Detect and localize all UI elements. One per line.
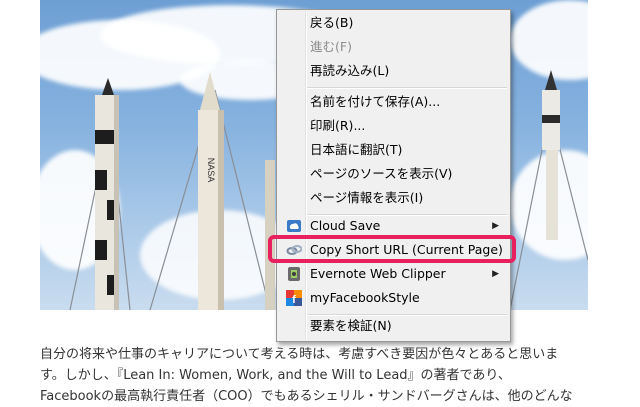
menu-item-myfacebookstyle[interactable]: f myFacebookStyle: [280, 287, 507, 309]
menu-item-label: 日本語に翻訳(T): [310, 142, 403, 157]
article-line: す。しかし、『Lean In: Women, Work, and the Wil…: [40, 368, 511, 383]
menu-item-save-as[interactable]: 名前を付けて保存(A)...: [280, 91, 507, 113]
cloud-save-icon: [286, 218, 302, 234]
menu-item-reload[interactable]: 再読み込み(L): [280, 60, 507, 82]
highlight-frame: [268, 235, 516, 263]
menu-item-label: Cloud Save: [310, 218, 381, 233]
menu-item-label: 印刷(R)...: [310, 118, 366, 133]
menu-item-label: 要素を検証(N): [310, 318, 392, 333]
menu-item-label: ページのソースを表示(V): [310, 166, 453, 181]
article-line: Facebookの最高執行責任者（COO）でもあるシェリル・サンドバーグさんは、…: [40, 389, 573, 404]
context-menu: 戻る(B) 進む(F) 再読み込み(L) 名前を付けて保存(A)... 印刷(R…: [276, 9, 511, 342]
menu-item-label: ページ情報を表示(I): [310, 190, 424, 205]
submenu-arrow-icon: ▶: [492, 221, 499, 231]
menu-item-translate[interactable]: 日本語に翻訳(T): [280, 139, 507, 161]
menu-item-evernote[interactable]: Evernote Web Clipper ▶: [280, 263, 507, 285]
menu-item-label: 再読み込み(L): [310, 63, 390, 78]
menu-item-inspect-element[interactable]: 要素を検証(N): [280, 315, 507, 337]
menu-item-label: Evernote Web Clipper: [310, 266, 446, 281]
rocket-label: NASA: [206, 158, 216, 183]
menu-item-page-info[interactable]: ページ情報を表示(I): [280, 187, 507, 209]
menu-item-view-source[interactable]: ページのソースを表示(V): [280, 163, 507, 185]
rocket-left: [95, 78, 119, 310]
menu-item-cloud-save[interactable]: Cloud Save ▶: [280, 215, 507, 237]
menu-item-back[interactable]: 戻る(B): [280, 12, 507, 34]
article-line: 自分の将来や仕事のキャリアについて考える時は、考慮すべき要因が色々とあると思いま: [40, 347, 559, 362]
rocket-right: [542, 70, 560, 240]
menu-item-print[interactable]: 印刷(R)...: [280, 115, 507, 137]
facebook-icon: f: [286, 290, 302, 306]
menu-item-forward[interactable]: 進む(F): [280, 36, 507, 58]
menu-item-label: 進む(F): [310, 39, 352, 54]
menu-item-label: 名前を付けて保存(A)...: [310, 94, 441, 109]
evernote-icon: [286, 266, 302, 282]
menu-item-label: myFacebookStyle: [310, 290, 420, 305]
rocket-center: NASA: [198, 72, 224, 310]
menu-item-label: 戻る(B): [310, 15, 354, 30]
article-body: 自分の将来や仕事のキャリアについて考える時は、考慮すべき要因が色々とあると思いま…: [40, 344, 600, 407]
menu-separator: [307, 87, 507, 89]
submenu-arrow-icon: ▶: [492, 269, 499, 279]
svg-text:f: f: [292, 294, 296, 306]
